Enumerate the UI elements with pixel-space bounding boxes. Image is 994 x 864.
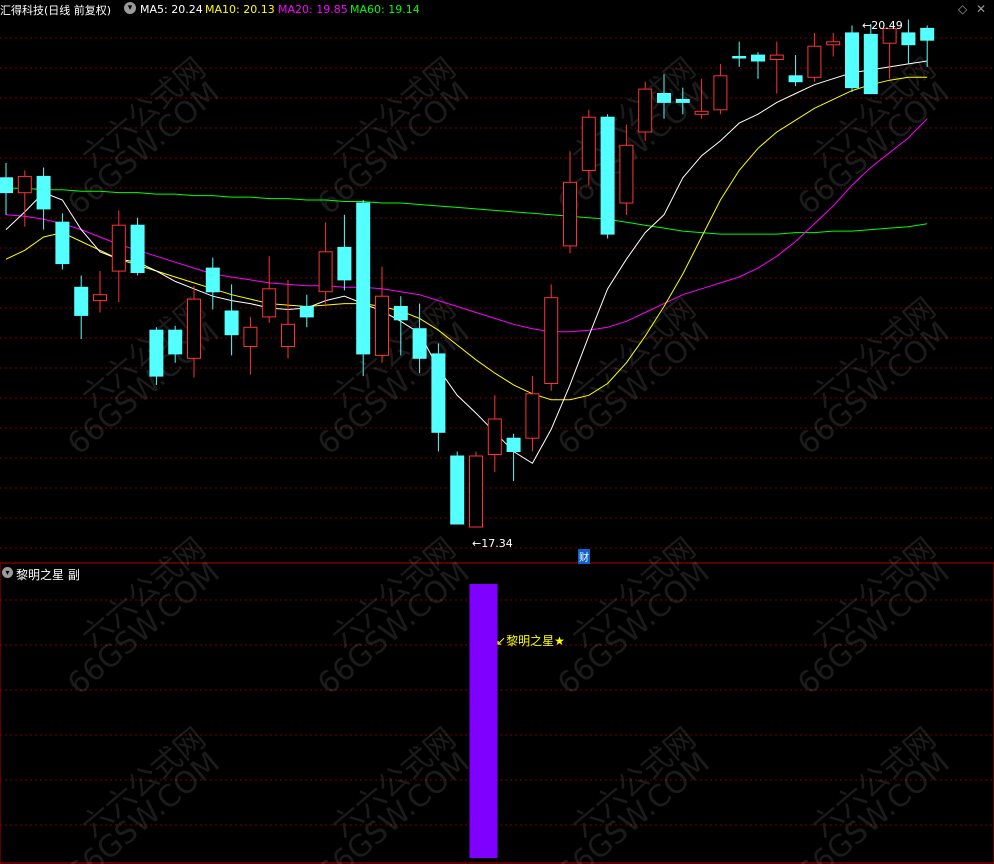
candle-body — [487, 418, 502, 455]
candle-body — [393, 306, 408, 321]
ma5-label: MA5: 20.24 — [140, 3, 203, 16]
candle-body — [187, 298, 201, 359]
stock-title: 汇得科技(日线 前复权) — [0, 4, 112, 17]
candle-body — [299, 306, 314, 318]
candle-body — [0, 177, 13, 194]
candle-body — [788, 75, 803, 83]
candle-body — [713, 75, 728, 111]
candle-body — [318, 251, 333, 293]
candle-body — [619, 144, 634, 204]
candle-body — [901, 32, 916, 46]
candle-body — [356, 202, 371, 355]
candle-body — [769, 54, 784, 60]
candle-body — [111, 224, 126, 272]
candle-body — [149, 329, 164, 377]
candle-body — [732, 56, 747, 59]
candle-body — [412, 328, 427, 359]
signal-label-text: 黎明之星★ — [506, 634, 565, 648]
candle-body — [807, 45, 822, 78]
candle-body — [74, 286, 89, 316]
candle-body — [863, 33, 878, 95]
candle-body — [675, 98, 690, 103]
candle-body — [281, 323, 295, 347]
candle-body — [243, 326, 258, 347]
signal-bar — [469, 584, 498, 858]
finance-marker[interactable]: 财 — [578, 549, 590, 564]
low-price-label: ←17.34 — [472, 537, 513, 550]
low-price-value: 17.34 — [481, 537, 513, 550]
ma60-label: MA60: 19.14 — [350, 3, 420, 16]
candle-body — [826, 41, 841, 46]
candle-body — [262, 288, 277, 318]
candle-body — [920, 27, 935, 41]
candle-body — [506, 437, 521, 453]
chevron-down-icon[interactable]: ▾ — [2, 567, 13, 578]
candle-body — [581, 116, 596, 171]
candle-body — [563, 181, 577, 247]
candle-body — [224, 310, 239, 336]
chart-stage: 六六公式网66GSW.COM 六六公式网66GSW.COM 六六公式网66GSW.C… — [0, 0, 994, 864]
diamond-icon[interactable]: ◇ — [958, 2, 967, 16]
ma10-label: MA10: 20.13 — [205, 3, 275, 16]
high-price-value: 20.49 — [871, 19, 903, 32]
candle-body — [657, 93, 671, 103]
candle-body — [130, 224, 145, 273]
candle-body — [751, 54, 765, 62]
candle-body — [600, 116, 615, 235]
candle-body — [168, 329, 183, 355]
candle-body — [450, 455, 465, 525]
sub-panel-title: 黎明之星 副 — [16, 568, 80, 582]
candle-body — [431, 353, 446, 433]
close-icon[interactable]: ✕ — [976, 2, 986, 16]
candle-body — [93, 294, 107, 302]
candle-body — [694, 110, 709, 115]
candle-body — [375, 295, 389, 356]
candle-body — [544, 297, 559, 385]
chevron-down-icon[interactable]: ▾ — [124, 2, 136, 14]
signal-label: ↙黎明之星★ — [496, 634, 565, 648]
candle-body — [469, 455, 483, 528]
high-price-label: ←20.49 — [862, 19, 903, 32]
signal-panel-content — [469, 584, 498, 858]
candle-body — [638, 88, 653, 133]
candle-body — [36, 175, 51, 210]
candle-body — [845, 32, 859, 89]
candle-body — [205, 267, 220, 293]
candle-body — [337, 246, 352, 281]
candle-body — [55, 221, 70, 265]
ma20-label: MA20: 19.85 — [278, 3, 348, 16]
candle-body — [17, 175, 32, 194]
candle-body — [525, 393, 540, 439]
